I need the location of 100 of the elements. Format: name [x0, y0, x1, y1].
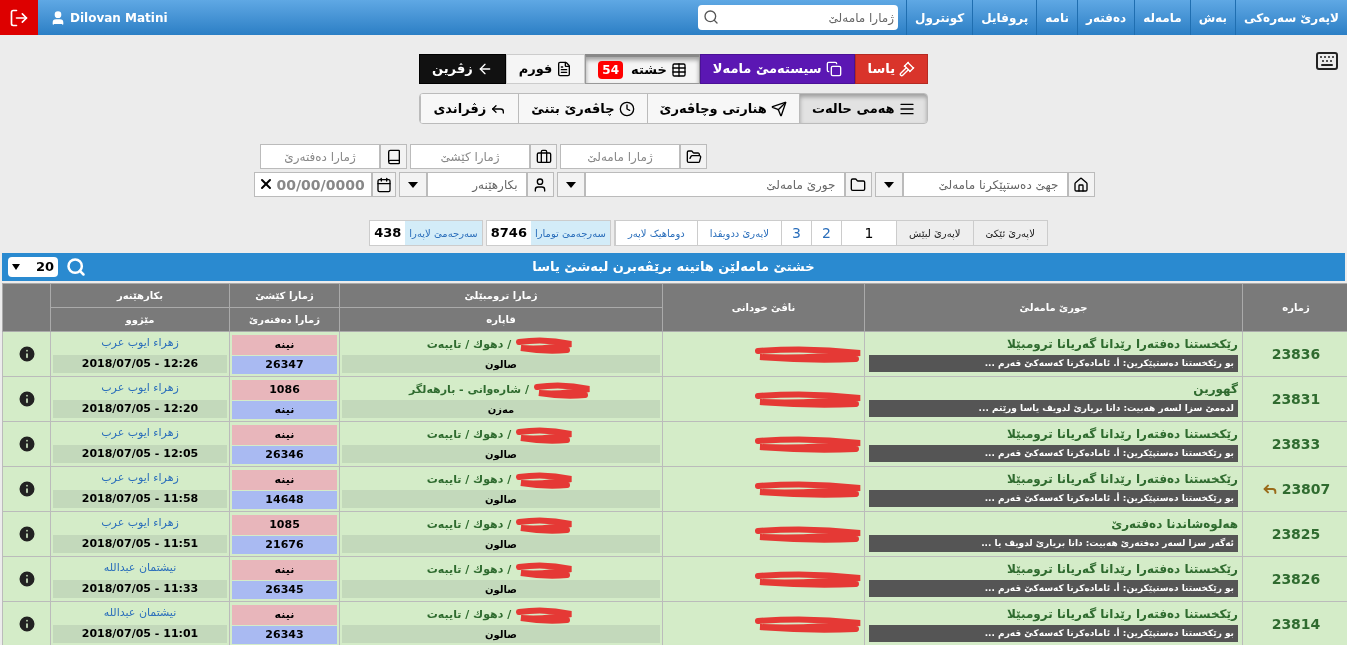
- notebook-number: 14648: [232, 491, 337, 509]
- user-icon: [532, 176, 548, 193]
- user-link[interactable]: نيشتمان عبدالله: [53, 560, 227, 580]
- user-link[interactable]: زهراء ايوب عرب: [53, 335, 227, 355]
- view-button[interactable]: یاسا: [854, 54, 929, 84]
- column-header: ژمارا کێشێ: [229, 283, 340, 308]
- transaction-note: بو رێکخستنا دەستپێکرین: أ. ئامادەکرنا کەسەکێ قەرم ...: [869, 445, 1238, 462]
- column-header: قاپارە: [339, 307, 663, 332]
- view-button[interactable]: سیستەمێ مامەلا: [699, 54, 855, 84]
- copy-icon: [825, 61, 842, 77]
- transaction-note: بو رێکخستنا دەستپێکرین: أ. ئامادەکرنا کەسەکێ قەرم ...: [869, 355, 1238, 372]
- info-icon[interactable]: [16, 434, 37, 454]
- column-header: ژمارە: [1242, 283, 1347, 332]
- nav-item[interactable]: پروفایل: [972, 0, 1037, 35]
- table-icon: [670, 62, 687, 78]
- plate-text: / دهوك / تايبەت: [426, 471, 512, 488]
- transaction-type: هەلوەشاندنا دەفتەرێ: [1110, 516, 1238, 534]
- caret-icon: [407, 181, 418, 188]
- logout-button[interactable]: [0, 0, 38, 35]
- weight-value: نينە: [232, 470, 337, 490]
- search-field[interactable]: ژمارا مامەلێ: [698, 5, 899, 30]
- page-link[interactable]: 3: [781, 221, 811, 245]
- date-text: 2018/07/05 - 12:05: [53, 445, 227, 463]
- notebook-number: نينە: [232, 401, 337, 419]
- filter-dropdown[interactable]: جورێ مامەلێ: [584, 172, 845, 197]
- plate-text: / دهوك / تايبەت: [426, 606, 512, 623]
- caret-icon: [12, 264, 20, 270]
- nav-item[interactable]: بەش: [1189, 0, 1235, 35]
- info-icon[interactable]: [16, 569, 37, 589]
- table-title: خشتێ مامەلێن هاتینە برێڤەبرن لبەشێ یاسا: [531, 258, 816, 277]
- user-link[interactable]: زهراء ايوب عرب: [53, 425, 227, 445]
- info-icon[interactable]: [16, 479, 37, 499]
- view-button[interactable]: زڤرین: [418, 54, 506, 84]
- transaction-type: رێکخستنا دەفتەرا رێدانا گەریانا ترومبێلا: [1006, 426, 1238, 444]
- vehicle-body: صالون: [342, 445, 660, 463]
- plate-text: / دهوك / تايبەت: [426, 561, 512, 578]
- dropdown-button[interactable]: [874, 172, 903, 197]
- user-link[interactable]: زهراء ايوب عرب: [53, 380, 227, 400]
- keyboard-icon[interactable]: [1313, 49, 1341, 73]
- date-text: 2018/07/05 - 11:01: [53, 625, 227, 643]
- page-link[interactable]: لاپەرێ ئێکێ: [972, 221, 1047, 245]
- nav-item[interactable]: لاپەرێ سەرەکی: [1235, 0, 1347, 35]
- nav-item[interactable]: نامە: [1036, 0, 1078, 35]
- user-link[interactable]: زهراء ايوب عرب: [53, 515, 227, 535]
- total-value: 438: [370, 221, 406, 245]
- status-filter-button[interactable]: هەمی حالەت: [798, 94, 927, 123]
- vehicle-body: صالون: [342, 535, 660, 553]
- notebook-number: 21676: [232, 536, 337, 554]
- page-link[interactable]: لاپەرێ ددویڤدا: [696, 221, 781, 245]
- filter-dropdown[interactable]: بکارهێنەر: [426, 172, 527, 197]
- vehicle-body: صالون: [342, 580, 660, 598]
- column-header: ناڤێ خودانی: [662, 283, 865, 332]
- nav-item[interactable]: کونترول: [906, 0, 973, 35]
- search-icon[interactable]: [66, 257, 86, 277]
- nav-item[interactable]: مامەلە: [1134, 0, 1190, 35]
- clock-icon: [618, 100, 635, 117]
- page-link[interactable]: دوماهیک لاپەر: [614, 221, 697, 245]
- user-icon: [50, 9, 66, 26]
- home-icon: [1073, 176, 1089, 193]
- notebook-number: 26345: [232, 581, 337, 599]
- date-text: 2018/07/05 - 12:26: [53, 355, 227, 373]
- date-text: 2018/07/05 - 11:51: [53, 535, 227, 553]
- search-icon: [703, 9, 720, 25]
- plate-text: / شارەوانی - بارهەلگر: [409, 381, 529, 398]
- redaction-scribble: [533, 381, 593, 399]
- info-icon[interactable]: [16, 389, 37, 409]
- filter-field[interactable]: ژمارا مامەلێ: [560, 144, 680, 169]
- date-input[interactable]: 00/00/0000: [253, 172, 372, 197]
- nav-item[interactable]: دەفتەر: [1077, 0, 1135, 35]
- caret-icon: [883, 181, 894, 188]
- page-link[interactable]: لاپەرێ لبێش: [896, 221, 973, 245]
- plate-text: / دهوك / تايبەت: [426, 516, 512, 533]
- send-icon: [770, 100, 787, 117]
- date-text: 2018/07/05 - 11:58: [53, 490, 227, 508]
- notebook-number: 26343: [232, 626, 337, 644]
- user-link[interactable]: زهراء ايوب عرب: [53, 470, 227, 490]
- status-filter-button[interactable]: هنارتی وچاڤەرێ: [646, 94, 799, 123]
- status-filter-button[interactable]: چاڤەرێ بتنێ: [518, 94, 647, 123]
- weight-value: 1085: [232, 515, 337, 535]
- date-text: 2018/07/05 - 11:33: [53, 580, 227, 598]
- user-link[interactable]: نيشتمان عبدالله: [53, 605, 227, 625]
- book-icon: [385, 148, 402, 165]
- folder-icon: [685, 148, 702, 165]
- info-icon[interactable]: [16, 614, 37, 634]
- plate-text: / دهوك / تايبەت: [426, 426, 512, 443]
- transaction-type: رێکخستنا دەفتەرا رێدانا گەریانا ترومبێلا: [1006, 471, 1238, 489]
- vehicle-body: مەزن: [342, 400, 660, 418]
- status-filter-button[interactable]: زڤراندی: [420, 94, 519, 123]
- dropdown-button[interactable]: [398, 172, 427, 197]
- info-icon[interactable]: [16, 344, 37, 364]
- filter-field[interactable]: ژمارا دەفتەرێ: [260, 144, 380, 169]
- view-button[interactable]: فورم: [505, 54, 586, 84]
- user-name[interactable]: Dilovan Matini: [38, 0, 180, 35]
- page-link[interactable]: 2: [811, 221, 841, 245]
- logout-icon: [9, 7, 29, 28]
- dropdown-button[interactable]: [556, 172, 585, 197]
- filter-field[interactable]: ژمارا کێشێ: [410, 144, 530, 169]
- filter-dropdown[interactable]: جهێ دەستپێکرنا مامەلێ: [902, 172, 1068, 197]
- info-icon[interactable]: [16, 524, 37, 544]
- page-size-select[interactable]: 20: [8, 257, 58, 277]
